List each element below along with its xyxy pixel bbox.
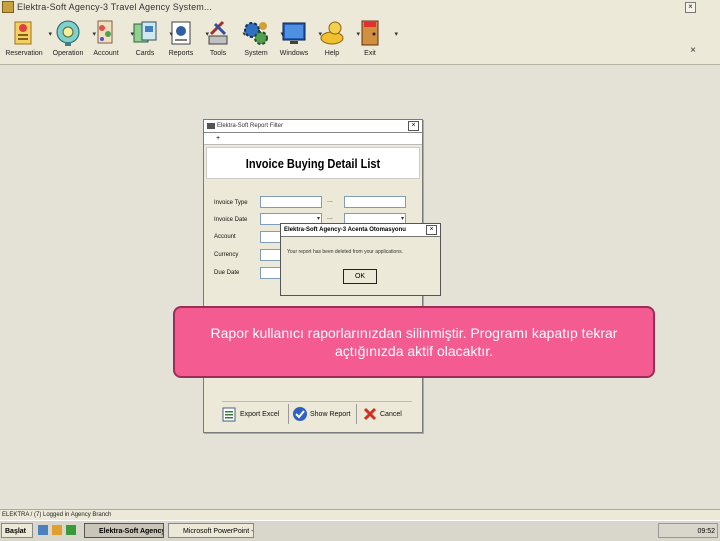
message-text: Your report has been deleted from your a… bbox=[287, 249, 403, 255]
tools-icon bbox=[203, 18, 233, 48]
toolbar-windows-button[interactable]: Windows ▾ bbox=[274, 16, 322, 62]
cancel-button[interactable]: Cancel bbox=[362, 406, 402, 422]
export-excel-button[interactable]: Export Excel bbox=[222, 406, 279, 422]
toolbar-reports-button[interactable]: Reports ▾ bbox=[161, 16, 209, 62]
taskbar-task-powerpoint[interactable]: Microsoft PowerPoint - [... bbox=[168, 523, 254, 538]
operation-icon bbox=[53, 18, 83, 48]
invoice-type-label: Invoice Type bbox=[214, 200, 248, 206]
child-close-icon[interactable]: × bbox=[690, 45, 696, 56]
window-icon bbox=[207, 123, 215, 129]
checkmark-icon bbox=[293, 407, 307, 421]
toolbar-system-button[interactable]: System ▾ bbox=[236, 16, 284, 62]
currency-label: Currency bbox=[214, 252, 239, 258]
help-icon bbox=[317, 18, 347, 48]
report-heading: Invoice Buying Detail List bbox=[245, 156, 381, 171]
main-toolbar: Reservation ▾ Operation ▾ Account ▾ Card… bbox=[0, 14, 720, 65]
system-tray: 09:52 bbox=[658, 523, 718, 538]
toolbar-tools-button[interactable]: Tools ▾ bbox=[198, 16, 246, 62]
excel-icon bbox=[222, 407, 236, 422]
reservation-icon bbox=[9, 18, 39, 48]
quicklaunch-icon[interactable] bbox=[52, 525, 62, 535]
taskbar: Başlat Elektra-Soft Agency-... Microsoft… bbox=[0, 520, 720, 541]
report-filter-close-button[interactable]: × bbox=[408, 121, 419, 131]
toolbar-exit-button[interactable]: Exit ▾ bbox=[350, 16, 398, 62]
callout-note: Rapor kullanıcı raporlarınızdan silinmiş… bbox=[173, 306, 655, 378]
report-filter-button-bar: Export Excel Show Report Cancel bbox=[222, 401, 412, 426]
taskbar-task-elektra[interactable]: Elektra-Soft Agency-... bbox=[84, 523, 164, 538]
due-date-label: Due Date bbox=[214, 270, 240, 276]
chevron-down-icon[interactable]: ▾ bbox=[401, 215, 404, 222]
divider bbox=[356, 404, 357, 424]
reports-icon bbox=[166, 18, 196, 48]
cards-icon bbox=[130, 18, 160, 48]
invoice-type-from-input[interactable] bbox=[260, 196, 322, 208]
divider bbox=[288, 404, 289, 424]
quicklaunch-icon[interactable] bbox=[66, 525, 76, 535]
status-bar: ELEKTRA / (7) Logged in Agency Branch bbox=[0, 509, 720, 520]
clock: 09:52 bbox=[697, 528, 715, 535]
toolbar-account-button[interactable]: Account ▾ bbox=[86, 16, 134, 62]
report-heading-panel: Invoice Buying Detail List bbox=[206, 147, 420, 179]
account-icon bbox=[91, 18, 121, 48]
exit-icon bbox=[355, 18, 385, 48]
chevron-down-icon[interactable]: ▾ bbox=[317, 215, 320, 222]
toolbar-help-button[interactable]: Help ▾ bbox=[312, 16, 360, 62]
show-report-button[interactable]: Show Report bbox=[292, 406, 350, 422]
app-titlebar: Elektra-Soft Agency-3 Travel Agency Syst… bbox=[0, 0, 720, 15]
callout-text: Rapor kullanıcı raporlarınızdan silinmiş… bbox=[210, 325, 618, 359]
invoice-date-label: Invoice Date bbox=[214, 217, 248, 223]
message-box: Elektra-Soft Agency-3 Acenta Otomasyonu … bbox=[280, 223, 441, 296]
toolbar-reservation-button[interactable]: Reservation ▾ bbox=[4, 16, 52, 62]
windows-icon bbox=[279, 18, 309, 48]
invoice-type-to-input[interactable] bbox=[344, 196, 406, 208]
system-icon bbox=[241, 18, 271, 48]
toolbar-cards-button[interactable]: Cards ▾ bbox=[125, 16, 173, 62]
quicklaunch-icon[interactable] bbox=[38, 525, 48, 535]
app-title: Elektra-Soft Agency-3 Travel Agency Syst… bbox=[17, 2, 213, 12]
account-label: Account bbox=[214, 234, 236, 240]
report-filter-titlebar: Elektra-Soft Report Filter × bbox=[204, 120, 422, 133]
start-button[interactable]: Başlat bbox=[1, 523, 33, 538]
cancel-x-icon bbox=[363, 407, 377, 421]
report-filter-toolbar[interactable]: + bbox=[204, 133, 422, 145]
chevron-down-icon[interactable]: ▾ bbox=[394, 30, 398, 38]
toolbar-operation-button[interactable]: Operation ▾ bbox=[48, 16, 96, 62]
message-box-close-button[interactable]: × bbox=[426, 225, 437, 235]
ok-button[interactable]: OK bbox=[343, 269, 377, 284]
message-box-titlebar: Elektra-Soft Agency-3 Acenta Otomasyonu … bbox=[281, 224, 440, 237]
app-close-button[interactable]: × bbox=[685, 2, 696, 13]
app-icon bbox=[2, 1, 14, 13]
